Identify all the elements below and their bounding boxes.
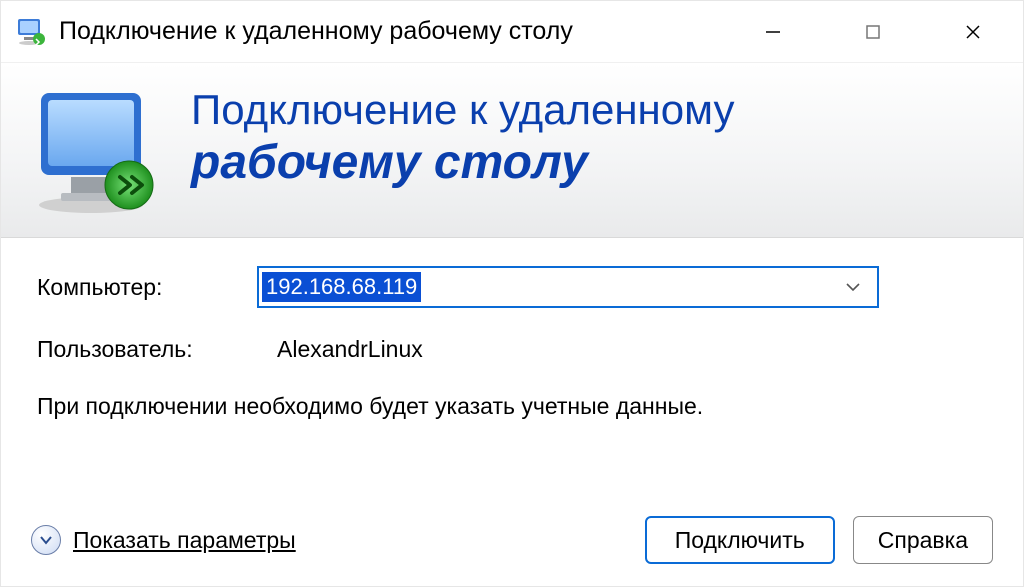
close-icon: [963, 22, 983, 42]
connect-button[interactable]: Подключить: [645, 516, 835, 564]
rdp-icon: [31, 85, 161, 215]
titlebar-controls: [723, 1, 1023, 62]
help-button[interactable]: Справка: [853, 516, 993, 564]
body: Компьютер: 192.168.68.119 Пользователь: …: [1, 238, 1023, 498]
close-button[interactable]: [923, 1, 1023, 62]
app-icon-small: [15, 16, 47, 48]
credentials-info: При подключении необходимо будет указать…: [37, 391, 987, 422]
user-label: Пользователь:: [37, 336, 277, 363]
expand-button-circle: [31, 525, 61, 555]
computer-combobox[interactable]: 192.168.68.119: [257, 266, 879, 308]
computer-value-selected: 192.168.68.119: [262, 272, 421, 302]
footer: Показать параметры Подключить Справка: [1, 498, 1023, 586]
combobox-dropdown-button[interactable]: [829, 268, 877, 306]
minimize-icon: [763, 22, 783, 42]
rdp-window: Подключение к удаленному рабочему столу: [0, 0, 1024, 587]
header-banner: Подключение к удаленному рабочему столу: [1, 63, 1023, 238]
window-title: Подключение к удаленному рабочему столу: [59, 17, 723, 46]
computer-row: Компьютер: 192.168.68.119: [37, 266, 987, 308]
user-value: AlexandrLinux: [277, 336, 423, 363]
titlebar: Подключение к удаленному рабочему столу: [1, 1, 1023, 63]
user-row: Пользователь: AlexandrLinux: [37, 336, 987, 363]
header-line1: Подключение к удаленному: [191, 87, 734, 133]
chevron-down-icon: [39, 533, 53, 547]
minimize-button[interactable]: [723, 1, 823, 62]
maximize-icon: [864, 23, 882, 41]
show-options-label: Показать параметры: [73, 527, 296, 554]
header-line2: рабочему столу: [191, 137, 734, 190]
computer-label: Компьютер:: [37, 274, 257, 301]
maximize-button[interactable]: [823, 1, 923, 62]
header-text: Подключение к удаленному рабочему столу: [191, 81, 734, 190]
show-options-toggle[interactable]: Показать параметры: [31, 525, 296, 555]
chevron-down-icon: [844, 278, 862, 296]
